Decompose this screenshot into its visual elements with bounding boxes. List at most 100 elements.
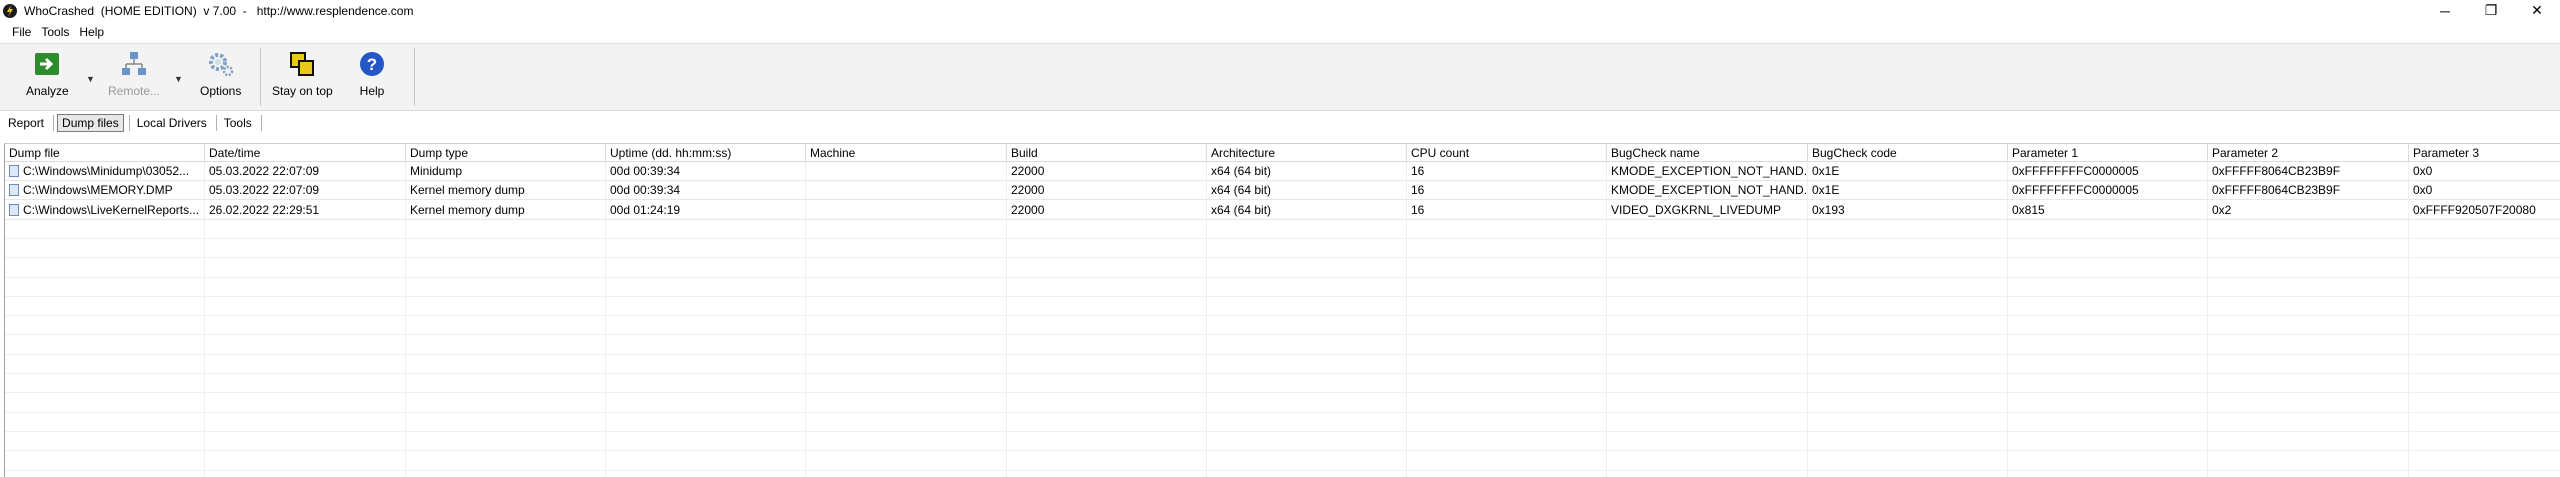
grid-line [405,162,406,477]
window-title: WhoCrashed (HOME EDITION) v 7.00 - http:… [24,3,414,18]
cell-dump-type: Minidump [406,162,606,181]
options-label: Options [200,84,242,98]
tab-separator [260,115,262,131]
tab-separator [215,115,217,131]
dump-files-table[interactable]: Dump file Date/time Dump type Uptime (dd. h… [4,143,2560,477]
empty-row [5,471,2560,477]
cell-dump-file: C:\Windows\Minidump\03052... [5,162,205,181]
cell-date-time: 05.03.2022 22:07:09 [205,162,406,181]
cell-text: 0xFFFFFFFFC0000005 [2012,164,2139,178]
tab-dump-files[interactable]: Dump files [57,114,124,132]
tab-report[interactable]: Report [4,114,48,132]
column-header-bugcheck-code[interactable]: BugCheck code [1808,144,2008,162]
cell-text: Kernel memory dump [410,203,525,217]
cell-uptime-dd-hh-mm-ss: 00d 00:39:34 [606,181,806,200]
cell-text: x64 (64 bit) [1211,164,1272,178]
cell-parameter-3: 0xFFFF920507F20080 [2409,201,2560,220]
cell-text: KMODE_EXCEPTION_NOT_HAND... [1611,164,1808,178]
cell-bugcheck-code: 0x1E [1808,181,2008,200]
column-header-dump-file[interactable]: Dump file [5,144,205,162]
title-bar: WhoCrashed (HOME EDITION) v 7.00 - http:… [0,0,2560,21]
cell-bugcheck-name: VIDEO_DXGKRNL_LIVEDUMP [1607,201,1808,220]
column-header-bugcheck-name[interactable]: BugCheck name [1607,144,1808,162]
cell-text: 0x0 [2413,183,2433,197]
column-header-parameter-1[interactable]: Parameter 1 [2008,144,2208,162]
cell-build: 22000 [1007,162,1207,181]
column-header-build[interactable]: Build [1007,144,1207,162]
close-button[interactable]: ✕ [2514,0,2560,21]
cell-text: x64 (64 bit) [1211,183,1272,197]
cell-text: 16 [1411,203,1425,217]
dump-file-icon [9,165,19,177]
analyze-label: Analyze [26,84,69,98]
column-header-parameter-2[interactable]: Parameter 2 [2208,144,2409,162]
remote-dropdown-icon[interactable]: ▼ [174,74,183,84]
grid-line [1606,162,1607,477]
column-header-architecture[interactable]: Architecture [1207,144,1407,162]
cell-text: 0xFFFFFFFFC0000005 [2012,183,2139,197]
grid-line [1006,162,1007,477]
cell-parameter-1: 0xFFFFFFFFC0000005 [2008,181,2208,200]
column-header-cpu-count[interactable]: CPU count [1407,144,1607,162]
cell-bugcheck-code: 0x1E [1808,162,2008,181]
column-header-machine[interactable]: Machine [806,144,1007,162]
menu-help[interactable]: Help [79,25,104,39]
tab-bar: Report Dump files Local Drivers Tools [0,113,265,133]
cell-parameter-2: 0x2 [2208,201,2409,220]
analyze-button[interactable]: Analyze [26,50,69,106]
empty-row [5,374,2560,393]
empty-row [5,259,2560,278]
cell-architecture: x64 (64 bit) [1207,162,1407,181]
cell-bugcheck-name: KMODE_EXCEPTION_NOT_HAND... [1607,181,1808,200]
cell-text: 16 [1411,164,1425,178]
cell-dump-type: Kernel memory dump [406,201,606,220]
dump-file-icon [9,184,19,196]
cell-text: C:\Windows\Minidump\03052... [23,164,190,178]
gear-icon [208,53,233,77]
grid-line [1206,162,1207,477]
menu-file[interactable]: File [12,25,31,39]
analyze-dropdown-icon[interactable]: ▼ [86,74,95,84]
menu-tools[interactable]: Tools [41,25,69,39]
table-row[interactable]: C:\Windows\MEMORY.DMP 05.03.2022 22:07:09… [5,181,2560,200]
table-row[interactable]: C:\Windows\LiveKernelReports... 26.02.202… [5,201,2560,220]
options-button[interactable]: Options [200,50,241,106]
column-header-dump-type[interactable]: Dump type [406,144,606,162]
column-header-uptime-dd-hh-mm-ss[interactable]: Uptime (dd. hh:mm:ss) [606,144,806,162]
help-button[interactable]: ? Help [358,50,386,106]
minimize-button[interactable]: ─ [2422,0,2468,21]
cell-text: Minidump [410,164,463,178]
cell-uptime-dd-hh-mm-ss: 00d 01:24:19 [606,201,806,220]
cell-text: 26.02.2022 22:29:51 [209,203,320,217]
cell-cpu-count: 16 [1407,201,1607,220]
empty-row [5,316,2560,335]
toolbar-separator [260,48,261,106]
cell-bugcheck-name: KMODE_EXCEPTION_NOT_HAND... [1607,162,1808,181]
table-header: Dump file Date/time Dump type Uptime (dd. h… [5,144,2560,162]
cell-text: 00d 00:39:34 [610,164,681,178]
column-header-parameter-3[interactable]: Parameter 3 [2409,144,2560,162]
empty-row [5,278,2560,297]
play-arrow-icon [35,53,60,75]
network-icon [122,52,147,75]
cell-text: 0x815 [2012,203,2045,217]
table-row[interactable]: C:\Windows\Minidump\03052... 05.03.2022 2… [5,162,2560,181]
empty-row [5,239,2560,258]
cell-text: 22000 [1011,164,1045,178]
dump-file-icon [9,204,19,216]
tab-tools[interactable]: Tools [220,114,256,132]
remote-button[interactable]: Remote... [108,50,160,106]
tab-local-drivers[interactable]: Local Drivers [133,114,211,132]
cell-build: 22000 [1007,181,1207,200]
stay-on-top-button[interactable]: Stay on top [272,50,333,106]
cell-text: 0x193 [1812,203,1845,217]
cell-text: 22000 [1011,183,1045,197]
maximize-button[interactable]: ❐ [2468,0,2514,21]
menu-bar: File Tools Help [0,22,114,42]
cell-cpu-count: 16 [1407,181,1607,200]
svg-text:?: ? [367,55,377,74]
cell-machine [806,201,1007,220]
remote-label: Remote... [108,84,161,98]
column-header-date-time[interactable]: Date/time [205,144,406,162]
cell-text: 0xFFFFF8064CB23B9F [2212,183,2341,197]
